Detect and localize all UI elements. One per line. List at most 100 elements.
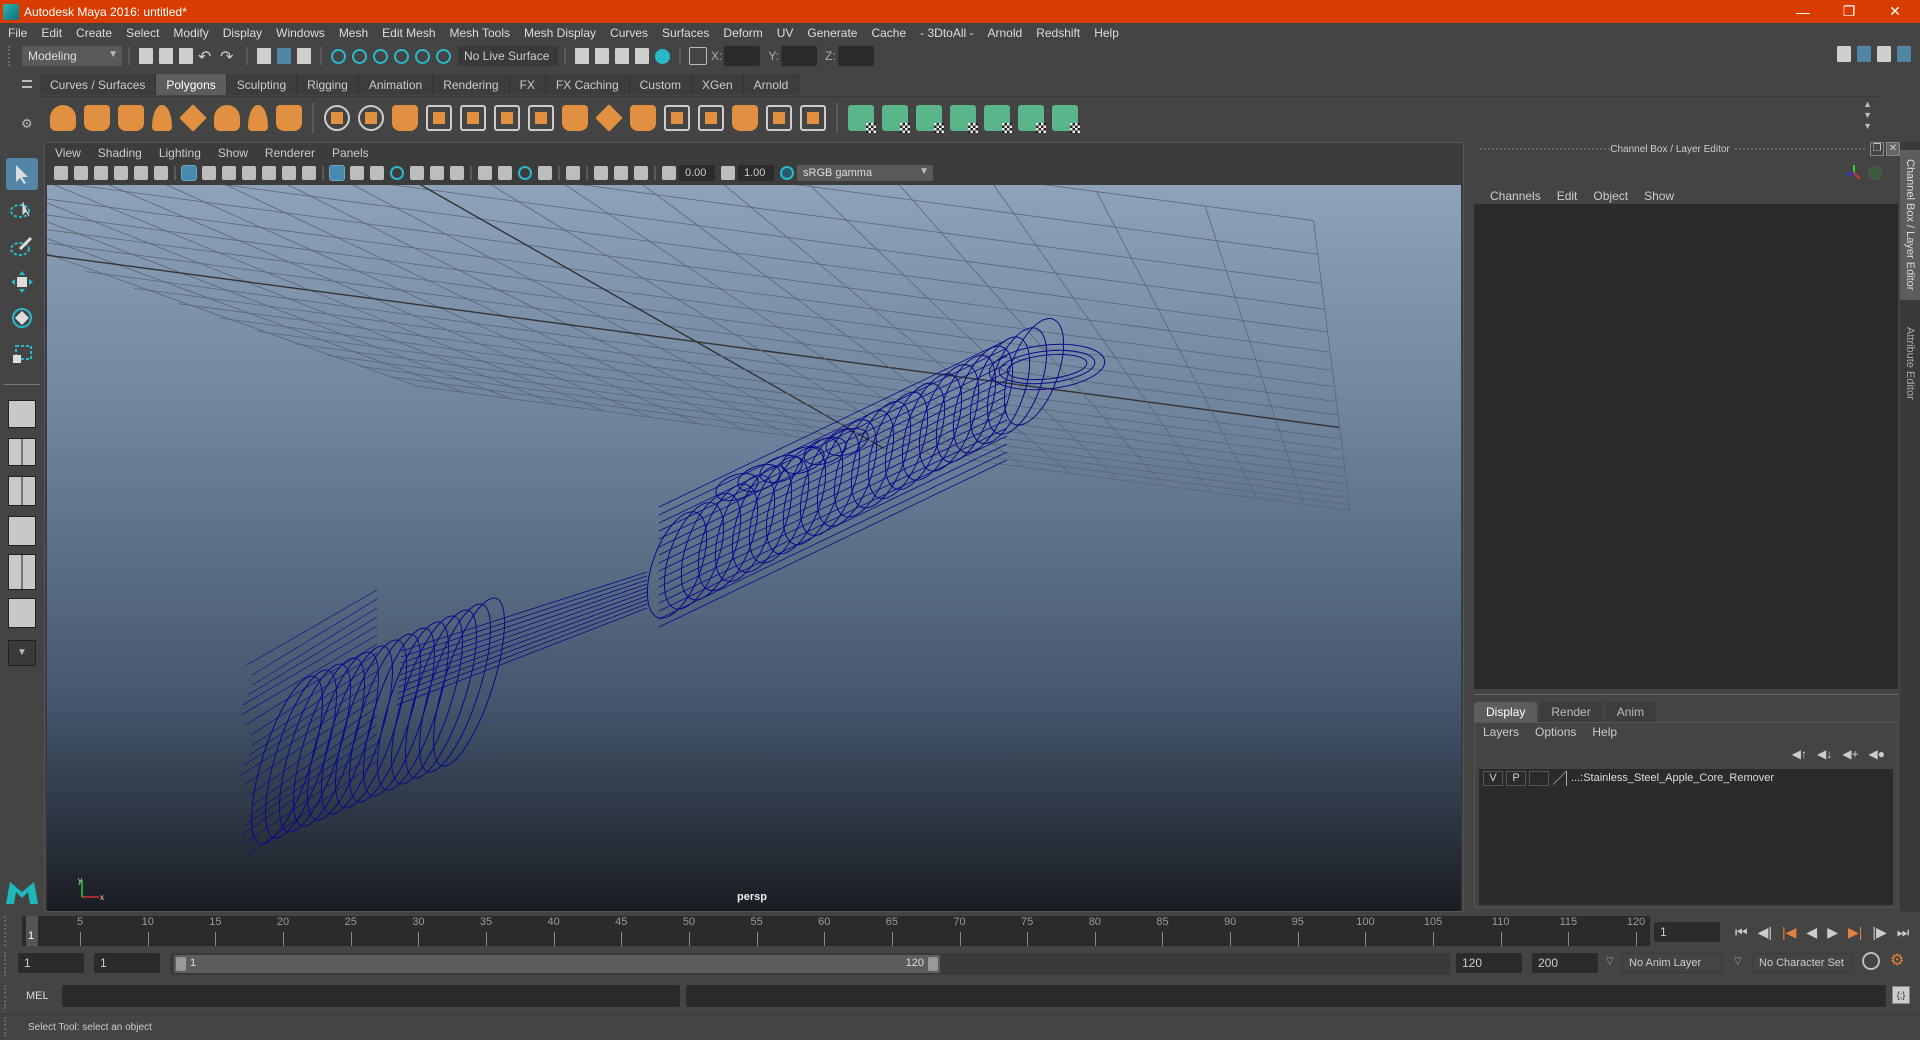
backface-culling-icon[interactable]: [634, 166, 648, 180]
layer-playback-toggle[interactable]: P: [1506, 770, 1526, 786]
layout-uvs-icon[interactable]: [1052, 104, 1080, 133]
step-forward-frame-icon[interactable]: |▶: [1872, 924, 1886, 941]
snap-view-plane-icon[interactable]: [394, 48, 409, 64]
shelf-tab-arnold[interactable]: Arnold: [743, 74, 800, 95]
tool-settings-icon[interactable]: [1877, 46, 1891, 62]
menu-mesh-display[interactable]: Mesh Display: [524, 26, 596, 40]
poly-pipe-icon[interactable]: [276, 104, 302, 131]
poly-cylinder-icon[interactable]: [118, 104, 144, 131]
range-start-handle[interactable]: [176, 957, 186, 971]
channel-box-toggle-icon[interactable]: [1897, 46, 1911, 62]
menu-generate[interactable]: Generate: [807, 26, 857, 40]
menu-set-dropdown[interactable]: Modeling ▼: [22, 46, 122, 66]
spherical-map-icon[interactable]: [916, 104, 944, 133]
four-view-layout-icon[interactable]: [8, 438, 36, 466]
step-back-key-icon[interactable]: |◀: [1782, 924, 1796, 941]
modeling-toolkit-icon[interactable]: [1837, 46, 1851, 62]
select-hierarchy-icon[interactable]: [257, 48, 271, 64]
wireframe-on-shaded-icon[interactable]: [370, 166, 384, 180]
wireframe-icon[interactable]: [329, 165, 345, 181]
go-to-start-icon[interactable]: ⏮: [1735, 924, 1748, 941]
target-weld-icon[interactable]: [766, 104, 792, 131]
anim-layer-dropdown[interactable]: No Anim Layer: [1622, 953, 1722, 973]
character-set-dropdown[interactable]: No Character Set: [1752, 953, 1852, 973]
current-frame-field[interactable]: 1: [1654, 922, 1720, 942]
ambient-occlusion-icon[interactable]: [478, 166, 492, 180]
viewport-menu-panels[interactable]: Panels: [332, 146, 369, 160]
restore-button[interactable]: ❐: [1826, 0, 1872, 23]
layer-visibility-toggle[interactable]: V: [1483, 770, 1503, 786]
lights-icon[interactable]: [430, 166, 444, 180]
save-scene-icon[interactable]: [179, 48, 193, 64]
safe-action-icon[interactable]: [282, 166, 296, 180]
move-tool-icon[interactable]: [6, 266, 38, 298]
scale-tool-icon[interactable]: [6, 338, 38, 370]
new-scene-icon[interactable]: [139, 48, 153, 64]
mirror-icon[interactable]: [392, 104, 418, 131]
speed-icon[interactable]: [1868, 166, 1882, 180]
command-language-label[interactable]: MEL: [26, 990, 49, 1002]
exposure-field[interactable]: 0.00: [679, 165, 715, 181]
poly-cube-icon[interactable]: [84, 104, 110, 131]
live-surface-field[interactable]: No Live Surface: [458, 46, 558, 66]
new-empty-layer-icon[interactable]: ◀+: [1842, 747, 1858, 761]
render-view-icon[interactable]: [575, 48, 589, 64]
camera-attributes-icon[interactable]: [74, 166, 88, 180]
paint-select-tool-icon[interactable]: [6, 230, 38, 262]
character-set-chevron-icon[interactable]: ▽: [1734, 956, 1742, 967]
playback-start-field[interactable]: 1: [94, 953, 160, 973]
menu-help[interactable]: Help: [1094, 26, 1119, 40]
animation-preferences-icon[interactable]: ⚙: [1890, 950, 1904, 970]
boolean-icon[interactable]: [494, 104, 520, 131]
select-tool-icon[interactable]: [6, 158, 38, 190]
lasso-tool-icon[interactable]: [6, 194, 38, 226]
shelf-tab-polygons[interactable]: Polygons: [156, 74, 227, 95]
smooth-icon[interactable]: [426, 104, 452, 131]
3d-viewport-canvas[interactable]: yx persp: [47, 185, 1461, 911]
layer-row[interactable]: V P ...:Stainless_Steel_Apple_Core_Remov…: [1479, 769, 1893, 787]
isolate-select-icon[interactable]: [566, 166, 580, 180]
poly-plane-icon[interactable]: [179, 103, 207, 132]
multicut-icon[interactable]: [528, 104, 554, 131]
gate-mask-icon[interactable]: [242, 166, 256, 180]
menu-file[interactable]: File: [8, 26, 27, 40]
hypershade-persp-layout-icon[interactable]: [8, 554, 36, 590]
color-space-dropdown[interactable]: sRGB gamma ▼: [797, 165, 933, 181]
grid-toggle-icon[interactable]: [181, 165, 197, 181]
menu-edit[interactable]: Edit: [41, 26, 62, 40]
viewport-menu-renderer[interactable]: Renderer: [265, 146, 315, 160]
combine-icon[interactable]: [324, 104, 350, 131]
exposure-icon[interactable]: [662, 166, 676, 180]
snap-grid-icon[interactable]: [331, 48, 346, 64]
gamma-icon[interactable]: [721, 166, 735, 180]
motion-blur-icon[interactable]: [498, 166, 512, 180]
make-live-icon[interactable]: [415, 48, 430, 64]
shadows-icon[interactable]: [450, 166, 464, 180]
shelf-tab-xgen[interactable]: XGen: [691, 74, 744, 95]
color-management-toggle-icon[interactable]: [780, 166, 794, 180]
drag-handle[interactable]: [8, 46, 18, 66]
snap-surface-icon[interactable]: [436, 48, 451, 64]
persp-outliner-graph-layout-icon[interactable]: [8, 598, 36, 628]
step-forward-key-icon[interactable]: ▶|: [1848, 924, 1862, 941]
close-panel-icon[interactable]: ✕: [1886, 142, 1900, 156]
playback-end-field[interactable]: 120: [1456, 953, 1522, 973]
xray-icon[interactable]: [390, 166, 404, 180]
fill-hole-icon[interactable]: [732, 104, 758, 131]
planar-map-icon[interactable]: [848, 104, 876, 133]
drag-handle[interactable]: [4, 1017, 10, 1037]
automatic-map-icon[interactable]: [950, 104, 978, 133]
play-backwards-icon[interactable]: ◀: [1806, 924, 1817, 941]
menu-deform[interactable]: Deform: [723, 26, 762, 40]
viewport-menu-show[interactable]: Show: [218, 146, 248, 160]
layout-menu-icon[interactable]: ▼: [8, 640, 36, 666]
shelf-tab-fx[interactable]: FX: [509, 74, 546, 95]
z-field[interactable]: [837, 46, 874, 66]
separate-icon[interactable]: [358, 104, 384, 131]
open-scene-icon[interactable]: [159, 48, 173, 64]
menu-redshift[interactable]: Redshift: [1036, 26, 1080, 40]
poly-cone-icon[interactable]: [152, 104, 172, 131]
triangulate-icon[interactable]: [800, 104, 826, 131]
minimize-button[interactable]: —: [1780, 0, 1826, 23]
animation-end-field[interactable]: 200: [1532, 953, 1598, 973]
